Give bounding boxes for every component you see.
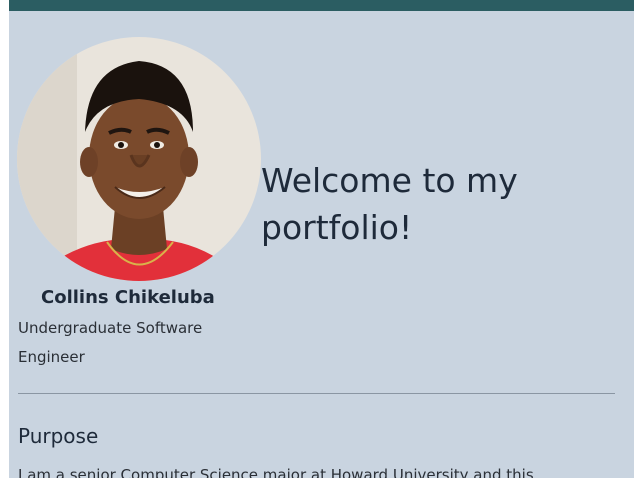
top-accent-bar <box>9 0 634 11</box>
purpose-text: I am a senior Computer Science major at … <box>18 466 534 478</box>
section-divider <box>18 393 615 394</box>
profile-name: Collins Chikeluba <box>41 287 215 308</box>
welcome-heading: Welcome to my portfolio! <box>261 161 518 247</box>
profile-photo <box>17 37 261 281</box>
purpose-heading: Purpose <box>18 424 99 448</box>
profile-role: Undergraduate Software Engineer <box>18 319 203 366</box>
page-container: Welcome to my portfolio! Collins Chikelu… <box>9 0 634 478</box>
